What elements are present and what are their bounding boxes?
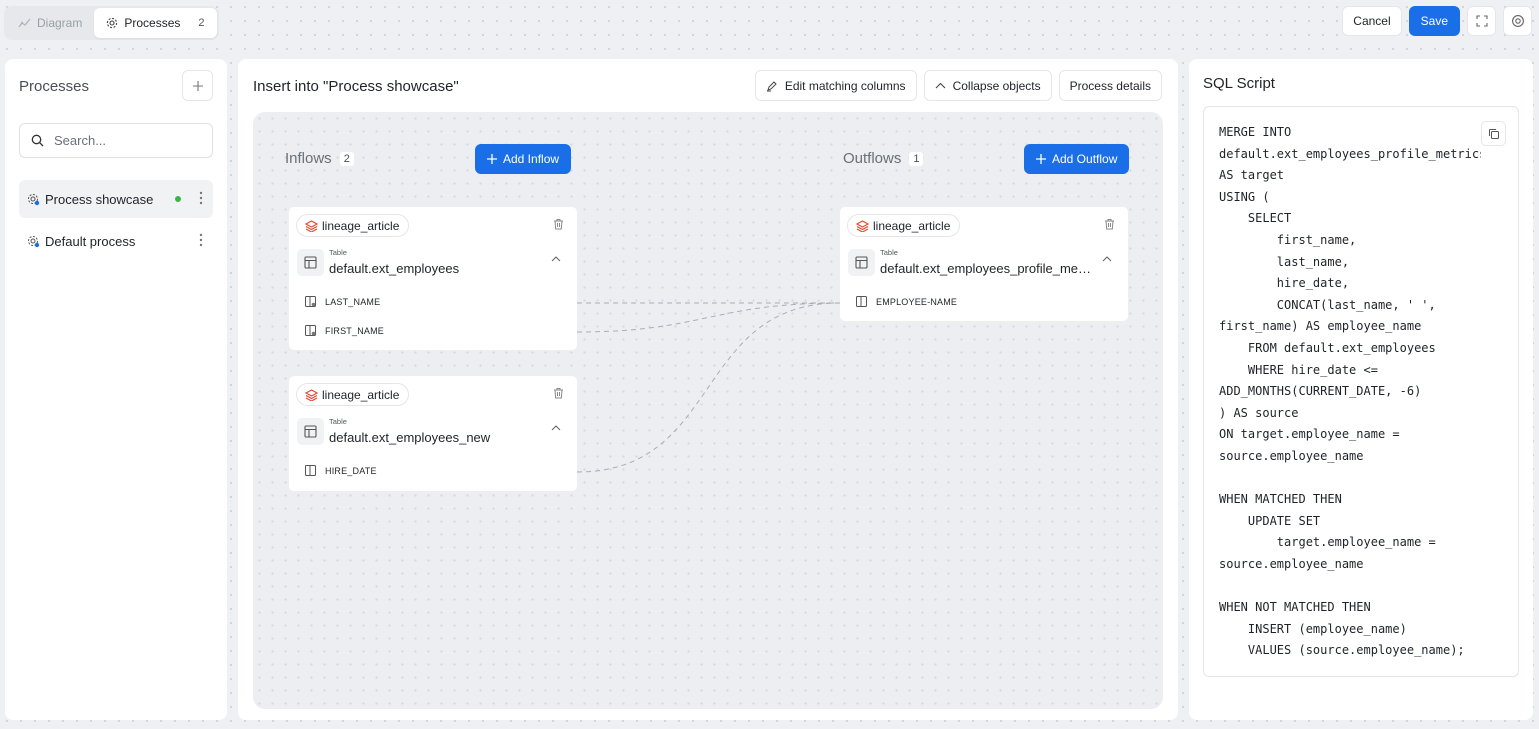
editor-actions: Edit matching columns Collapse objects P… [754, 70, 1162, 101]
fullscreen-button[interactable] [1467, 6, 1496, 36]
table-icon [297, 418, 324, 445]
search-icon [31, 134, 44, 147]
outflows-label: Outflows [843, 150, 902, 167]
chevron-up-icon[interactable] [1102, 256, 1112, 262]
panel-title: Processes [19, 78, 90, 95]
source-badge[interactable]: lineage_article [296, 214, 410, 237]
layers-icon [856, 219, 869, 232]
sql-code: MERGE INTO default.ext_employees_profile… [1219, 125, 1481, 658]
plus-icon [487, 154, 497, 164]
copy-button[interactable] [1481, 121, 1506, 146]
plus-icon [1036, 154, 1046, 164]
diagram-icon [18, 17, 31, 29]
settings-icon [1511, 14, 1525, 28]
trash-icon[interactable] [553, 218, 564, 230]
layers-icon [305, 388, 318, 401]
tab-label: Diagram [37, 16, 83, 30]
outflow-node[interactable]: lineage_article Table default.ext_employ… [840, 207, 1128, 321]
inflows-count: 2 [339, 151, 354, 166]
save-button[interactable]: Save [1408, 6, 1460, 36]
column-icon [856, 296, 867, 307]
process-editor-panel: Insert into "Process showcase" Edit matc… [238, 59, 1178, 720]
copy-icon [1488, 128, 1500, 140]
process-item-default[interactable]: Default process [19, 222, 213, 260]
chevron-up-icon[interactable] [551, 425, 561, 431]
flow-canvas[interactable]: Inflows 2 Add Inflow Outflows 1 Add Outf… [253, 112, 1163, 709]
column-row[interactable]: FIRST_NAME [305, 325, 384, 336]
process-icon [27, 235, 40, 248]
inflows-header: Inflows 2 [285, 150, 354, 167]
process-label: Process showcase [45, 191, 154, 207]
outflows-header: Outflows 1 [843, 150, 924, 167]
source-label: lineage_article [322, 387, 400, 402]
gear-icon [106, 17, 118, 29]
add-inflow-button[interactable]: Add Inflow [475, 144, 572, 174]
button-label: Add Inflow [503, 152, 560, 166]
column-name: FIRST_NAME [325, 325, 385, 336]
source-label: lineage_article [322, 218, 400, 233]
tab-processes[interactable]: Processes 2 [94, 8, 217, 38]
process-item-showcase[interactable]: Process showcase [19, 180, 213, 218]
source-label: lineage_article [873, 218, 951, 233]
column-icon [305, 325, 316, 336]
collapse-objects-button[interactable]: Collapse objects [923, 70, 1052, 101]
outflows-count: 1 [909, 151, 924, 166]
column-icon [305, 465, 316, 476]
tab-diagram[interactable]: Diagram [6, 8, 94, 38]
process-label: Default process [45, 233, 136, 249]
search-box [19, 123, 213, 158]
inflows-label: Inflows [285, 150, 332, 167]
plus-icon [192, 80, 204, 92]
search-input[interactable] [54, 133, 194, 148]
add-outflow-button[interactable]: Add Outflow [1024, 144, 1130, 174]
edit-matching-columns-button[interactable]: Edit matching columns [754, 70, 917, 101]
column-row[interactable]: HIRE_DATE [305, 465, 377, 476]
source-badge[interactable]: lineage_article [847, 214, 961, 237]
cancel-button[interactable]: Cancel [1342, 6, 1402, 36]
view-tabs: Diagram Processes 2 [4, 6, 219, 40]
status-active-dot [175, 196, 181, 202]
trash-icon[interactable] [553, 387, 564, 399]
column-row[interactable]: LAST_NAME [305, 296, 380, 307]
top-actions: Cancel Save [1342, 6, 1532, 36]
table-name: default.ext_employees [329, 261, 460, 276]
column-name: HIRE_DATE [325, 465, 377, 476]
column-icon [305, 296, 316, 307]
column-row[interactable]: EMPLOYEE-NAME [856, 296, 957, 307]
sql-code-box[interactable]: MERGE INTO default.ext_employees_profile… [1203, 106, 1519, 677]
table-icon [848, 249, 875, 276]
chevron-up-icon[interactable] [551, 256, 561, 262]
object-type: Table [329, 417, 347, 426]
button-label: Edit matching columns [784, 78, 906, 93]
edit-icon [766, 80, 778, 92]
button-label: Collapse objects [952, 78, 1041, 93]
inflow-node[interactable]: lineage_article Table default.ext_employ… [289, 376, 577, 491]
column-name: EMPLOYEE-NAME [876, 296, 958, 307]
chevron-up-icon [935, 82, 946, 89]
expand-icon [1475, 15, 1488, 27]
sql-script-panel: SQL Script MERGE INTO default.ext_employ… [1189, 59, 1533, 720]
more-options-icon[interactable] [199, 191, 203, 205]
source-badge[interactable]: lineage_article [296, 383, 410, 406]
settings-button[interactable] [1503, 6, 1532, 36]
tab-count-badge: 2 [198, 17, 205, 29]
object-type: Table [880, 248, 898, 257]
page-title: Insert into "Process showcase" [253, 78, 459, 95]
process-icon [27, 193, 40, 206]
add-process-button[interactable] [182, 70, 213, 101]
layers-icon [305, 219, 318, 232]
process-details-button[interactable]: Process details [1058, 70, 1162, 101]
inflow-node[interactable]: lineage_article Table default.ext_employ… [289, 207, 577, 350]
button-label: Add Outflow [1052, 152, 1118, 166]
trash-icon[interactable] [1104, 218, 1115, 230]
panel-title: SQL Script [1203, 75, 1275, 92]
tab-label: Processes [124, 16, 181, 30]
object-type: Table [329, 248, 347, 257]
column-name: LAST_NAME [325, 296, 381, 307]
more-options-icon[interactable] [199, 233, 203, 247]
table-name: default.ext_employees_new [329, 430, 491, 445]
table-icon [297, 249, 324, 276]
table-name: default.ext_employees_profile_metrics [880, 261, 1092, 276]
processes-panel: Processes Process showcase Default proce… [5, 59, 227, 720]
